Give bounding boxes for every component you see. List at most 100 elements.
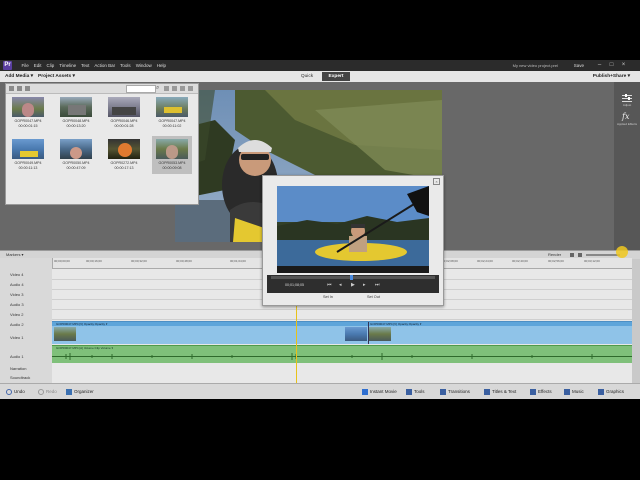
preview-video[interactable] bbox=[277, 186, 429, 273]
scrubber-handle[interactable] bbox=[350, 275, 353, 280]
project-assets-button[interactable]: Project Assets ▾ bbox=[38, 71, 75, 82]
music-button[interactable]: Music bbox=[564, 384, 584, 399]
menu-help[interactable]: Help bbox=[154, 60, 168, 71]
track-label: Soundtrack bbox=[10, 375, 31, 380]
instant-movie-button[interactable]: Instant Movie bbox=[362, 384, 397, 399]
grid-view-icon[interactable] bbox=[17, 86, 22, 91]
menu-items: File Edit Clip Timeline Text Action Bar … bbox=[19, 60, 168, 71]
assets-toolbar: ⌕ bbox=[6, 84, 198, 94]
track-divider bbox=[52, 319, 632, 320]
effects-button[interactable]: Effects bbox=[530, 384, 552, 399]
publish-share-button[interactable]: Publish+Share ▾ bbox=[593, 71, 630, 82]
menu-clip[interactable]: Clip bbox=[44, 60, 57, 71]
menu-bar: Pr File Edit Clip Timeline Text Action B… bbox=[0, 60, 640, 71]
asset-tile[interactable]: GOPR0049.MP4 00:00:11:13 bbox=[8, 136, 48, 174]
project-assets-panel: ⌕ GOPR0047.MP4 00:00:01:15 GOPR0048.MP4 … bbox=[5, 83, 199, 205]
tab-quick[interactable]: Quick bbox=[296, 73, 318, 81]
menu-file[interactable]: File bbox=[19, 60, 31, 71]
asset-duration: 00:00:09:08 bbox=[162, 166, 182, 170]
asset-duration: 00:00:17:13 bbox=[114, 166, 134, 170]
titles-icon bbox=[484, 388, 490, 395]
new-item-icon[interactable] bbox=[180, 86, 185, 91]
asset-tile[interactable]: GOPR0048.MP4 00:00:13:20 bbox=[56, 94, 96, 132]
asset-name: GOPR0049.MP4 bbox=[14, 161, 42, 165]
asset-tile[interactable]: GOPR0050.MP4 00:00:47:09 bbox=[56, 136, 96, 174]
panel-menu-icon[interactable] bbox=[188, 86, 193, 91]
tools-icon bbox=[406, 388, 412, 395]
assets-search-input[interactable] bbox=[126, 85, 156, 93]
filter-icon[interactable] bbox=[164, 86, 169, 91]
track-header-video-2[interactable]: Video 2 bbox=[0, 312, 52, 317]
fx-icon[interactable]: fx bbox=[622, 112, 632, 121]
menu-text[interactable]: Text bbox=[79, 60, 92, 71]
minimize-icon[interactable]: – bbox=[597, 62, 602, 68]
track-label: Audio 4 bbox=[10, 282, 24, 287]
asset-tile[interactable]: GOPR0046.MP4 00:00:01:28 bbox=[104, 94, 144, 132]
track-label: Audio 3 bbox=[10, 302, 24, 307]
close-icon[interactable]: × bbox=[433, 178, 440, 185]
search-icon[interactable]: ⌕ bbox=[156, 85, 162, 91]
zoom-slider[interactable] bbox=[586, 254, 620, 256]
tools-button[interactable]: Tools bbox=[406, 384, 425, 399]
set-in-button[interactable]: Set In bbox=[323, 295, 333, 299]
track-header-video-3[interactable]: Video 3 bbox=[0, 292, 52, 297]
asset-thumbnail bbox=[60, 139, 92, 159]
menu-tools[interactable]: Tools bbox=[118, 60, 134, 71]
asset-tile[interactable]: GOPR0272.MP4 00:00:17:13 bbox=[104, 136, 144, 174]
asset-duration: 00:00:47:09 bbox=[66, 166, 86, 170]
ruler-time: 00;00;48;00 bbox=[176, 259, 192, 263]
track-header-audio-2[interactable]: Audio 2 bbox=[0, 322, 52, 327]
step-back-icon[interactable]: ◂ bbox=[339, 282, 342, 288]
transitions-button[interactable]: Transitions bbox=[440, 384, 470, 399]
track-label: Video 2 bbox=[10, 312, 24, 317]
preview-scrubber[interactable] bbox=[271, 276, 435, 279]
track-header-audio-1[interactable]: Audio 1 bbox=[0, 354, 52, 359]
asset-tile[interactable]: GOPR0047.MP4 00:00:11:02 bbox=[152, 94, 192, 132]
track-label: Video 3 bbox=[10, 292, 24, 297]
titles-text-button[interactable]: Titles & Text bbox=[484, 384, 516, 399]
video-clip[interactable]: GOPR0047.MP4 [V] Opacity:Opacity ▾ GOPR0… bbox=[52, 321, 632, 344]
redo-button[interactable]: Redo bbox=[38, 384, 57, 399]
track-header-audio-3[interactable]: Audio 3 bbox=[0, 302, 52, 307]
clip-thumbnail bbox=[54, 327, 76, 341]
ruler-time: 00;00;32;00 bbox=[131, 259, 147, 263]
adjust-icon[interactable] bbox=[622, 94, 632, 102]
asset-duration: 00:00:11:13 bbox=[18, 166, 38, 170]
preview-controls: 00;01;08;05 ⏮ ◂ ▶ ▸ ⏭ bbox=[267, 275, 439, 293]
step-forward-icon[interactable]: ▸ bbox=[363, 282, 366, 288]
timeline-options-icon[interactable] bbox=[578, 253, 582, 257]
menu-edit[interactable]: Edit bbox=[31, 60, 44, 71]
menu-timeline[interactable]: Timeline bbox=[57, 60, 79, 71]
add-media-button[interactable]: Add Media ▾ bbox=[5, 71, 33, 82]
titles-label: Titles & Text bbox=[492, 389, 517, 394]
save-button[interactable]: Save bbox=[574, 60, 584, 71]
transitions-icon bbox=[440, 388, 446, 395]
maximize-icon[interactable]: □ bbox=[609, 62, 614, 68]
graphics-button[interactable]: Graphics bbox=[598, 384, 624, 399]
asset-name: GOPR0048.MP4 bbox=[62, 119, 90, 123]
undo-button[interactable]: Undo bbox=[6, 384, 25, 399]
track-header-video-1[interactable]: Video 1 bbox=[0, 335, 52, 340]
menu-action-bar[interactable]: Action Bar bbox=[92, 60, 118, 71]
track-header-video-4[interactable]: Video 4 bbox=[0, 272, 52, 277]
track-header-audio-4[interactable]: Audio 4 bbox=[0, 282, 52, 287]
go-to-start-icon[interactable]: ⏮ bbox=[327, 282, 332, 288]
delete-icon[interactable] bbox=[172, 86, 177, 91]
list-view-icon[interactable] bbox=[9, 86, 14, 91]
thumbnail-view-icon[interactable] bbox=[25, 86, 30, 91]
tab-expert[interactable]: Expert bbox=[322, 72, 350, 81]
undo-label: Undo bbox=[14, 389, 25, 394]
go-to-end-icon[interactable]: ⏭ bbox=[375, 282, 380, 288]
track-header-narration[interactable]: Narration bbox=[0, 366, 52, 371]
set-out-button[interactable]: Set Out bbox=[367, 295, 380, 299]
asset-tile[interactable]: GOPR0047.MP4 00:00:01:15 bbox=[8, 94, 48, 132]
track-header-soundtrack[interactable]: Soundtrack bbox=[0, 375, 52, 380]
play-icon[interactable]: ▶ bbox=[351, 282, 355, 288]
asset-tile-selected[interactable]: GOPR0053.MP4 00:00:09:08 bbox=[152, 136, 192, 174]
ruler-time: 00;02;40;00 bbox=[512, 259, 528, 263]
close-icon[interactable]: × bbox=[621, 62, 626, 68]
menu-window[interactable]: Window bbox=[133, 60, 154, 71]
timeline-view-icon[interactable] bbox=[570, 253, 574, 257]
organizer-button[interactable]: Organizer bbox=[66, 384, 94, 399]
audio-clip[interactable]: GOPR0047.MP4 [A] Volume:Clip Volume ▾ bbox=[52, 345, 632, 363]
